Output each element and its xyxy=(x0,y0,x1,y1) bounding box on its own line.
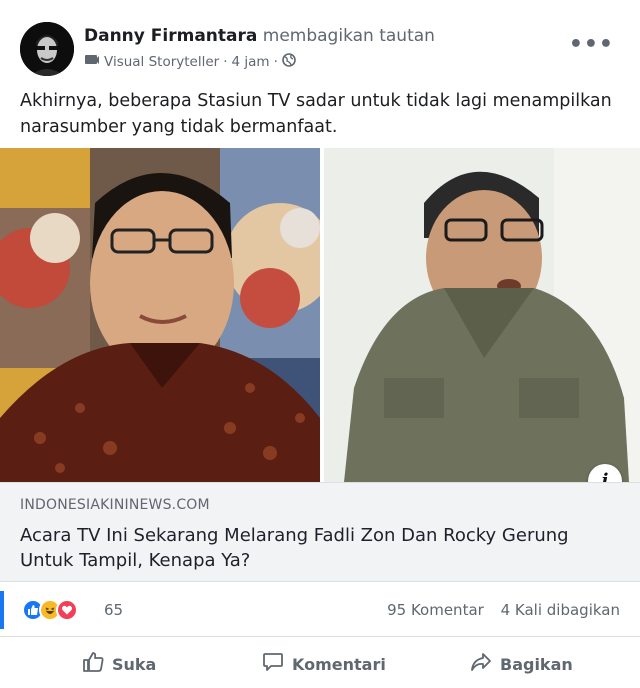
photo-right xyxy=(324,148,640,482)
post-actions: Suka Komentari Bagikan xyxy=(0,638,640,688)
link-preview-image[interactable] xyxy=(0,148,640,482)
post-time[interactable]: 4 jam xyxy=(232,54,270,70)
photo-left xyxy=(0,148,320,482)
author-avatar[interactable] xyxy=(20,22,74,76)
link-title[interactable]: Acara TV Ini Sekarang Melarang Fadli Zon… xyxy=(20,523,580,573)
feed-post: Danny Firmantara membagikan tautan Visua… xyxy=(0,0,640,688)
reaction-icons[interactable] xyxy=(22,599,78,621)
page-icon xyxy=(84,53,100,71)
comment-label: Komentari xyxy=(292,654,386,674)
share-label: Bagikan xyxy=(500,654,573,674)
thumbs-up-icon xyxy=(82,651,104,677)
link-preview[interactable]: INDONESIAKININEWS.COM Acara TV Ini Sekar… xyxy=(0,482,640,582)
more-options-button[interactable]: ••• xyxy=(569,32,614,57)
share-button[interactable]: Bagikan xyxy=(470,650,573,678)
accent-bar xyxy=(0,591,4,629)
reaction-count[interactable]: 65 xyxy=(104,601,123,619)
post-text: Akhirnya, beberapa Stasiun TV sadar untu… xyxy=(20,91,612,137)
author-name[interactable]: Danny Firmantara xyxy=(84,26,257,46)
comment-count[interactable]: 95 Komentar xyxy=(387,601,484,619)
page-name[interactable]: Visual Storyteller xyxy=(104,54,219,70)
share-icon xyxy=(470,651,492,677)
post-meta: Visual Storyteller · 4 jam · xyxy=(84,53,296,71)
comment-button[interactable]: Komentari xyxy=(262,650,386,678)
post-action-text: membagikan tautan xyxy=(262,26,435,46)
meta-separator-2: · xyxy=(273,54,278,70)
comment-icon xyxy=(262,651,284,677)
love-icon xyxy=(56,599,78,621)
meta-separator: · xyxy=(223,54,228,70)
share-count[interactable]: 4 Kali dibagikan xyxy=(501,601,620,619)
globe-icon[interactable] xyxy=(282,53,296,71)
like-button[interactable]: Suka xyxy=(82,650,156,678)
like-label: Suka xyxy=(112,654,157,674)
engagement-stats: 65 95 Komentar 4 Kali dibagikan xyxy=(0,583,640,637)
link-domain: INDONESIAKININEWS.COM xyxy=(20,497,210,513)
post-header: Danny Firmantara membagikan tautan Visua… xyxy=(20,18,640,78)
